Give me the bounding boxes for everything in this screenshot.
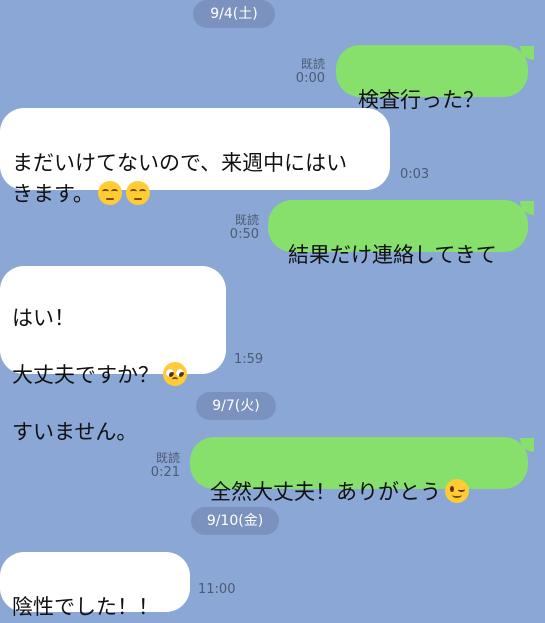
message-text: 結果だけ連絡してきて — [288, 243, 497, 268]
pleading-face-icon — [163, 362, 187, 387]
date-separator: 9/7(火) — [196, 392, 276, 420]
winking-face-icon — [445, 479, 469, 504]
message-time: 1:59 — [234, 352, 264, 367]
pensive-face-icon — [97, 180, 122, 205]
message-bubble-sent[interactable]: 結果だけ連絡してきて — [268, 200, 528, 267]
read-receipt: 既読 — [234, 213, 259, 227]
message-text: まだいけてないので、来週中にはい きます。 — [12, 151, 348, 206]
date-separator: 9/4(土) — [193, 0, 275, 28]
chat-area[interactable]: 9/4(土) 既読 0:00 検査行った？ まだいけてないので、来週中にはい き… — [0, 0, 545, 619]
message-meta: 既読 0:21 — [130, 451, 180, 481]
message-meta: 11:00 — [198, 582, 248, 598]
message-text: 検査行った？ — [358, 88, 484, 113]
message-meta: 0:03 — [400, 167, 450, 183]
message-meta: 1:59 — [234, 352, 284, 368]
message-text: 全然大丈夫！ありがとう — [210, 480, 441, 505]
read-receipt: 既読 — [300, 57, 325, 71]
read-receipt: 既読 — [155, 451, 180, 465]
message-bubble-sent[interactable]: 検査行った？ — [336, 45, 528, 112]
message-time: 0:50 — [229, 227, 259, 243]
message-text: 陰性でした！！ — [12, 595, 159, 620]
message-time: 0:00 — [295, 71, 325, 87]
message-time: 11:00 — [198, 582, 236, 597]
message-line: 大丈夫ですか？ — [12, 361, 214, 389]
message-bubble-received[interactable]: はい！ 大丈夫ですか？ すいません。 — [0, 266, 226, 444]
message-meta: 既読 0:00 — [275, 57, 325, 87]
message-bubble-sent[interactable]: 全然大丈夫！ありがとう — [190, 437, 528, 504]
date-separator: 9/10(金) — [191, 507, 279, 535]
message-line: すいません。 — [12, 419, 138, 444]
pensive-face-icon — [125, 180, 150, 205]
message-bubble-received[interactable]: まだいけてないので、来週中にはい きます。 — [0, 108, 390, 206]
message-meta: 既読 0:50 — [209, 213, 259, 243]
message-bubble-received[interactable]: 陰性でした！！ — [0, 552, 190, 619]
message-line: はい！ — [12, 306, 75, 331]
message-time: 0:21 — [150, 465, 180, 481]
message-time: 0:03 — [400, 167, 430, 182]
